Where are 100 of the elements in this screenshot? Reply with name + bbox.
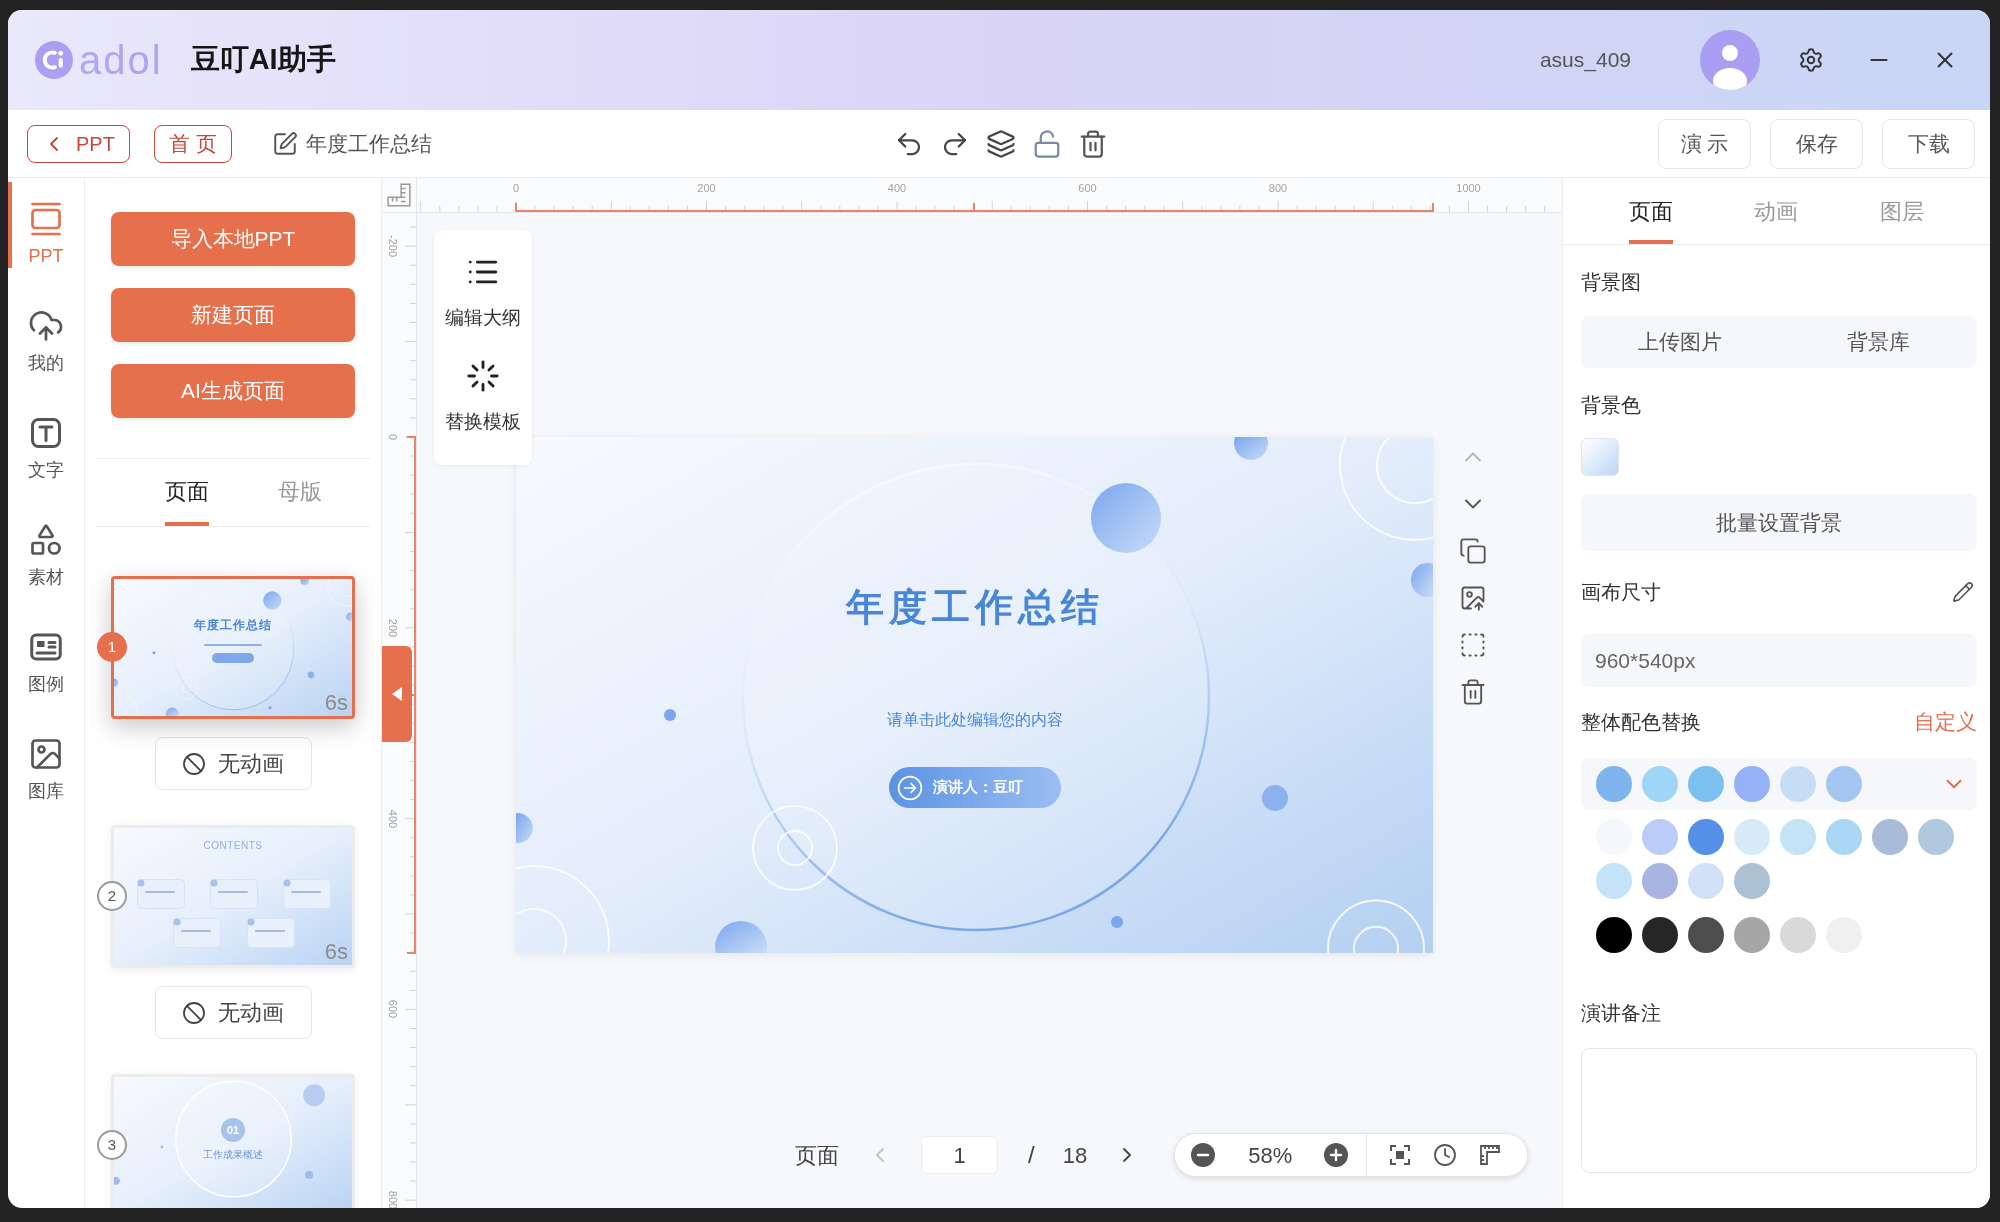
trash-icon[interactable]: [1459, 678, 1487, 706]
background-color-swatch[interactable]: [1581, 438, 1619, 476]
username: asus_409: [1539, 47, 1631, 74]
slide-number-badge: 3: [97, 1130, 127, 1160]
nav-rail-item[interactable]: 图例: [8, 610, 84, 717]
panel-tab[interactable]: 页面: [1628, 197, 1673, 244]
color-swatch[interactable]: [1734, 917, 1770, 953]
slide-number-badge: 2: [97, 881, 127, 911]
tool-button[interactable]: 编辑大纲: [445, 255, 521, 331]
pencil-icon[interactable]: [1952, 581, 1974, 603]
color-swatch[interactable]: [1734, 819, 1770, 855]
zoom-out-icon[interactable]: [1191, 1143, 1216, 1167]
settings-icon[interactable]: [1798, 47, 1824, 73]
decoration-dot: [263, 591, 282, 610]
ruler-label: 600: [386, 1000, 400, 1019]
section-label: 背景图: [1581, 270, 1642, 295]
shapes-icon: [28, 522, 64, 558]
ruler-icon[interactable]: [1478, 1143, 1503, 1167]
page-total: 18: [1062, 1141, 1088, 1170]
slides-icon: [28, 201, 64, 237]
arrow-circle-icon: [896, 774, 923, 801]
ruler-corner-icon[interactable]: [386, 182, 412, 208]
canvas-size-field[interactable]: 960*540px: [1581, 634, 1977, 687]
toolbar-button[interactable]: 演 示: [1658, 118, 1751, 169]
edit-icon[interactable]: [271, 130, 298, 157]
color-scheme-select[interactable]: [1581, 758, 1977, 810]
unlock-icon[interactable]: [1032, 128, 1062, 159]
batch-background-button[interactable]: 批量设置背景: [1581, 494, 1977, 551]
ring-decoration: [114, 692, 139, 716]
tool-button[interactable]: 替换模板: [445, 359, 521, 435]
document-title: 年度工作总结: [305, 130, 432, 157]
nav-rail-item[interactable]: 图库: [8, 717, 84, 824]
color-swatch[interactable]: [1780, 819, 1816, 855]
toolbar-button[interactable]: 保存: [1770, 118, 1863, 169]
back-button[interactable]: PPT: [27, 124, 130, 163]
section-label: 整体配色替换: [1581, 710, 1701, 735]
nav-rail-item[interactable]: 素材: [8, 503, 84, 610]
copy-icon[interactable]: [1459, 537, 1487, 565]
image-icon[interactable]: [1459, 584, 1487, 612]
color-swatch[interactable]: [1918, 819, 1954, 855]
clock-icon[interactable]: [1433, 1143, 1458, 1167]
home-button[interactable]: 首 页: [153, 124, 232, 163]
slide-title: 年度工作总结: [845, 585, 1104, 630]
slide-title: 工作成果概述: [203, 1148, 263, 1162]
caret-left-icon: [392, 687, 402, 701]
subtitle-line: [204, 644, 262, 646]
decoration-dot: [305, 1170, 314, 1179]
sparkle-icon: [466, 359, 500, 393]
color-swatch[interactable]: [1780, 766, 1816, 802]
color-swatch[interactable]: [1734, 766, 1770, 802]
color-swatch[interactable]: [1688, 917, 1724, 953]
color-swatch[interactable]: [1596, 863, 1632, 899]
dashed-square-icon[interactable]: [1459, 631, 1487, 659]
decoration-dot: [152, 651, 156, 655]
color-swatch[interactable]: [1596, 766, 1632, 802]
ruler-label: -200: [386, 235, 400, 258]
zoom-in-icon[interactable]: [1324, 1143, 1349, 1167]
color-swatch[interactable]: [1826, 766, 1862, 802]
animation-button[interactable]: 无动画: [154, 737, 312, 790]
panel-tab[interactable]: 页面: [165, 477, 209, 526]
presenter-pill: [212, 653, 254, 663]
animation-button[interactable]: 无动画: [154, 986, 312, 1039]
contents-card-drawing: [283, 879, 331, 909]
color-swatch[interactable]: [1826, 819, 1862, 855]
nav-rail-item[interactable]: 文字: [8, 396, 84, 503]
color-swatch[interactable]: [1642, 766, 1678, 802]
page-number-field[interactable]: 1: [921, 1136, 998, 1174]
color-swatch[interactable]: [1780, 917, 1816, 953]
speaker-notes-field[interactable]: [1581, 1048, 1977, 1173]
layers-icon[interactable]: [986, 128, 1016, 159]
ruler-label: 200: [697, 181, 716, 195]
color-swatch[interactable]: [1688, 819, 1724, 855]
ruler-label: 600: [1078, 181, 1097, 195]
ban-icon: [182, 1000, 206, 1025]
collapse-panel-button[interactable]: [382, 646, 412, 742]
ring-decoration: [327, 579, 352, 607]
avatar-icon[interactable]: [1700, 30, 1760, 90]
fit-screen-icon[interactable]: [1388, 1143, 1413, 1167]
color-swatch[interactable]: [1688, 863, 1724, 899]
color-swatch[interactable]: [1642, 819, 1678, 855]
segment-option[interactable]: 上传图片: [1581, 316, 1779, 368]
slide-title: CONTENTS: [203, 840, 263, 852]
toolbar-button[interactable]: 下载: [1882, 118, 1975, 169]
ruler-label: 0: [386, 433, 400, 441]
duration-label: 6s: [324, 939, 348, 965]
segment-option[interactable]: 背景库: [1779, 316, 1977, 368]
color-swatch[interactable]: [1872, 819, 1908, 855]
color-swatch[interactable]: [1596, 917, 1632, 953]
color-swatch[interactable]: [1642, 917, 1678, 953]
trash-icon[interactable]: [1078, 128, 1108, 159]
decoration-dot: [307, 671, 315, 679]
color-swatch[interactable]: [1688, 766, 1724, 802]
color-swatch[interactable]: [1734, 863, 1770, 899]
contents-card-drawing: [247, 918, 295, 948]
nav-rail-item[interactable]: 我的: [8, 289, 84, 396]
decoration-dot: [1262, 785, 1288, 811]
slide-subtitle: 请单击此处编辑您的内容: [886, 710, 1063, 730]
image-icon: [28, 736, 64, 772]
color-swatch[interactable]: [1642, 863, 1678, 899]
section-label: 演讲备注: [1581, 1001, 1662, 1026]
